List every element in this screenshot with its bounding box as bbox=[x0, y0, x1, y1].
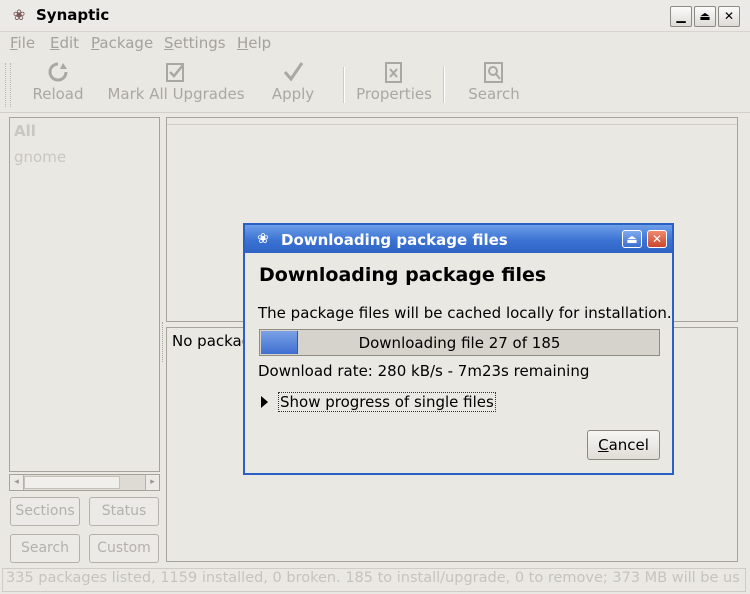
close-icon: ✕ bbox=[723, 9, 735, 23]
sections-filter-button[interactable]: Sections bbox=[10, 497, 80, 526]
statusbar-text: 335 packages listed, 1159 installed, 0 b… bbox=[6, 570, 740, 586]
minimize-icon: ▁ bbox=[676, 9, 686, 23]
maximize-button[interactable]: ⏏ bbox=[694, 6, 716, 27]
download-dialog: ❀ Downloading package files ⏏ ✕ Download… bbox=[243, 223, 674, 475]
cancel-button[interactable]: Cancel bbox=[587, 430, 660, 460]
close-icon: ✕ bbox=[651, 232, 663, 246]
search-label: Search bbox=[468, 85, 520, 103]
properties-label: Properties bbox=[356, 85, 432, 103]
statusbar: 335 packages listed, 1159 installed, 0 b… bbox=[0, 568, 750, 594]
close-button[interactable]: ✕ bbox=[718, 6, 740, 27]
expander-label[interactable]: Show progress of single files bbox=[278, 392, 496, 412]
dialog-close-button[interactable]: ✕ bbox=[647, 230, 667, 248]
download-progress-bar: Downloading file 27 of 185 bbox=[259, 329, 660, 356]
toolbar-separator bbox=[443, 67, 445, 103]
menubar: File Edit Package Settings Help bbox=[0, 31, 750, 55]
status-filter-button[interactable]: Status bbox=[89, 497, 159, 526]
section-item-all[interactable]: All bbox=[14, 122, 36, 140]
section-list-hscrollbar[interactable]: ◂ ▸ bbox=[9, 474, 160, 491]
download-rate-text: Download rate: 280 kB/s - 7m23s remainin… bbox=[258, 362, 590, 380]
window-title: Synaptic bbox=[36, 6, 110, 24]
properties-button[interactable]: Properties bbox=[354, 61, 434, 103]
synaptic-dialog-icon: ❀ bbox=[257, 231, 269, 247]
synaptic-app-icon: ❀ bbox=[12, 6, 26, 24]
custom-filter-button[interactable]: Custom bbox=[89, 534, 159, 563]
reload-button[interactable]: Reload bbox=[28, 61, 88, 103]
properties-icon bbox=[385, 62, 402, 83]
toolbar-grip[interactable] bbox=[5, 63, 11, 107]
description-text: No packag bbox=[172, 332, 252, 350]
menu-package[interactable]: Package bbox=[91, 34, 153, 52]
search-filter-button[interactable]: Search bbox=[10, 534, 80, 563]
minimize-button[interactable]: ▁ bbox=[670, 6, 692, 27]
toolbar: Reload Mark All Upgrades Apply Propertie… bbox=[0, 55, 750, 113]
scrollbar-thumb[interactable] bbox=[24, 476, 120, 489]
mark-all-upgrades-label: Mark All Upgrades bbox=[107, 85, 245, 103]
progress-text: Downloading file 27 of 185 bbox=[358, 334, 561, 352]
apply-button[interactable]: Apply bbox=[266, 61, 320, 103]
menu-help[interactable]: Help bbox=[237, 34, 271, 52]
scroll-left-arrow-icon[interactable]: ◂ bbox=[10, 475, 24, 490]
rollup-icon: ⏏ bbox=[626, 232, 638, 246]
reload-icon bbox=[48, 62, 68, 82]
apply-checkmark-icon bbox=[283, 62, 304, 82]
maximize-icon: ⏏ bbox=[699, 9, 711, 23]
menu-file[interactable]: File bbox=[10, 34, 35, 52]
window-titlebar[interactable]: ❀ Synaptic ▁ ⏏ ✕ bbox=[0, 0, 750, 32]
section-item-gnome[interactable]: gnome bbox=[14, 148, 66, 166]
dialog-title: Downloading package files bbox=[281, 231, 508, 249]
section-list[interactable]: All gnome bbox=[9, 117, 160, 472]
expander-arrow-icon[interactable] bbox=[261, 396, 268, 408]
search-icon bbox=[484, 62, 503, 83]
reload-label: Reload bbox=[32, 85, 84, 103]
menu-settings[interactable]: Settings bbox=[164, 34, 226, 52]
mark-all-upgrades-button[interactable]: Mark All Upgrades bbox=[104, 61, 248, 103]
dialog-heading: Downloading package files bbox=[259, 264, 547, 286]
dialog-description: The package files will be cached locally… bbox=[258, 304, 672, 322]
scroll-right-arrow-icon[interactable]: ▸ bbox=[145, 475, 159, 490]
apply-label: Apply bbox=[271, 85, 315, 103]
dialog-titlebar[interactable]: ❀ Downloading package files ⏏ ✕ bbox=[245, 225, 672, 253]
toolbar-separator bbox=[343, 67, 345, 103]
menu-edit[interactable]: Edit bbox=[50, 34, 79, 52]
mark-upgrades-icon bbox=[166, 63, 184, 82]
search-button[interactable]: Search bbox=[464, 61, 524, 103]
dialog-rollup-button[interactable]: ⏏ bbox=[622, 230, 642, 248]
package-list-header[interactable] bbox=[167, 118, 737, 125]
